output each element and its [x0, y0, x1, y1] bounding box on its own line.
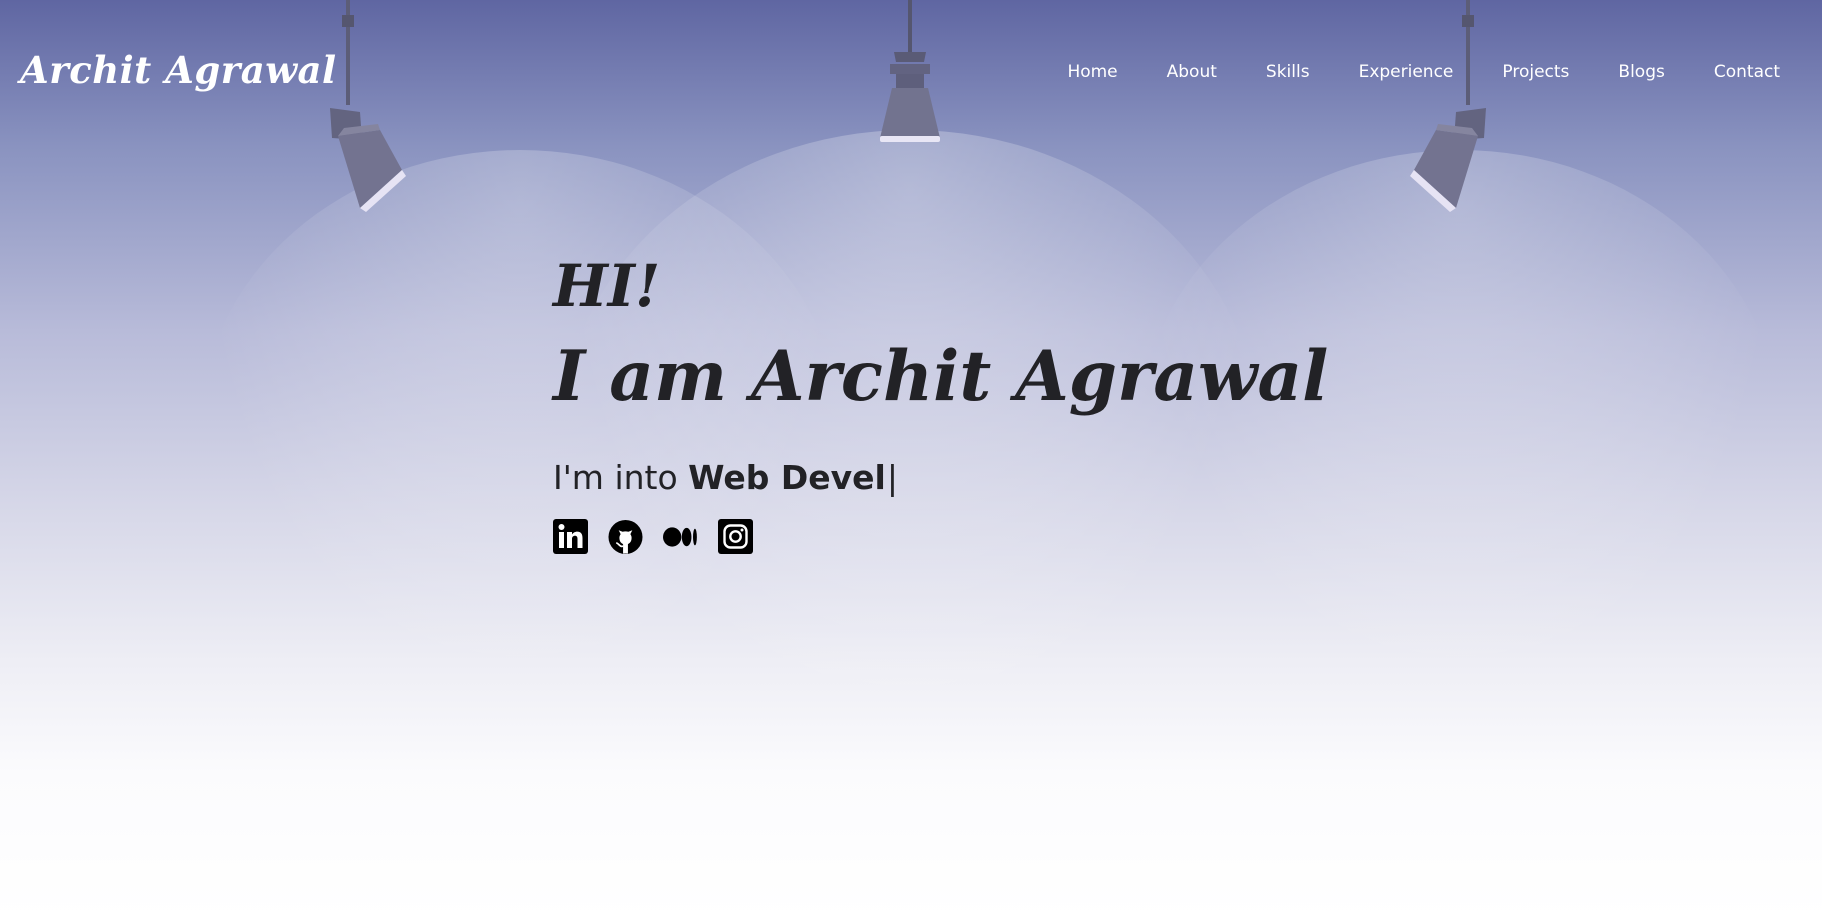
nav-skills[interactable]: Skills: [1266, 62, 1310, 82]
instagram-link[interactable]: [718, 519, 753, 554]
hero-section: HI! I am Archit Agrawal I'm into Web Dev…: [553, 248, 1353, 554]
nav-home[interactable]: Home: [1067, 62, 1117, 82]
medium-icon: [663, 526, 697, 547]
hero-intro-heading: I am Archit Agrawal: [553, 336, 1329, 417]
nav-experience[interactable]: Experience: [1359, 62, 1454, 82]
social-links: [553, 519, 1353, 554]
tagline-typed-text: Web Devel: [688, 458, 886, 497]
nav-blogs[interactable]: Blogs: [1618, 62, 1664, 82]
nav-about[interactable]: About: [1167, 62, 1217, 82]
site-header: Archit Agrawal Home About Skills Experie…: [0, 0, 1822, 150]
typing-cursor: |: [886, 458, 898, 497]
hero-tagline: I'm into Web Devel|: [553, 458, 1353, 497]
linkedin-icon: [553, 519, 588, 554]
instagram-icon: [718, 519, 753, 554]
tagline-prefix: I'm into: [553, 458, 689, 497]
nav-projects[interactable]: Projects: [1502, 62, 1569, 82]
nav-contact[interactable]: Contact: [1714, 62, 1780, 82]
hero-greeting: HI!: [553, 252, 661, 320]
medium-link[interactable]: [663, 519, 698, 554]
site-logo[interactable]: Archit Agrawal: [20, 48, 337, 92]
github-link[interactable]: [608, 519, 643, 554]
linkedin-link[interactable]: [553, 519, 588, 554]
main-nav: Home About Skills Experience Projects Bl…: [1018, 62, 1780, 82]
github-icon: [608, 519, 643, 554]
